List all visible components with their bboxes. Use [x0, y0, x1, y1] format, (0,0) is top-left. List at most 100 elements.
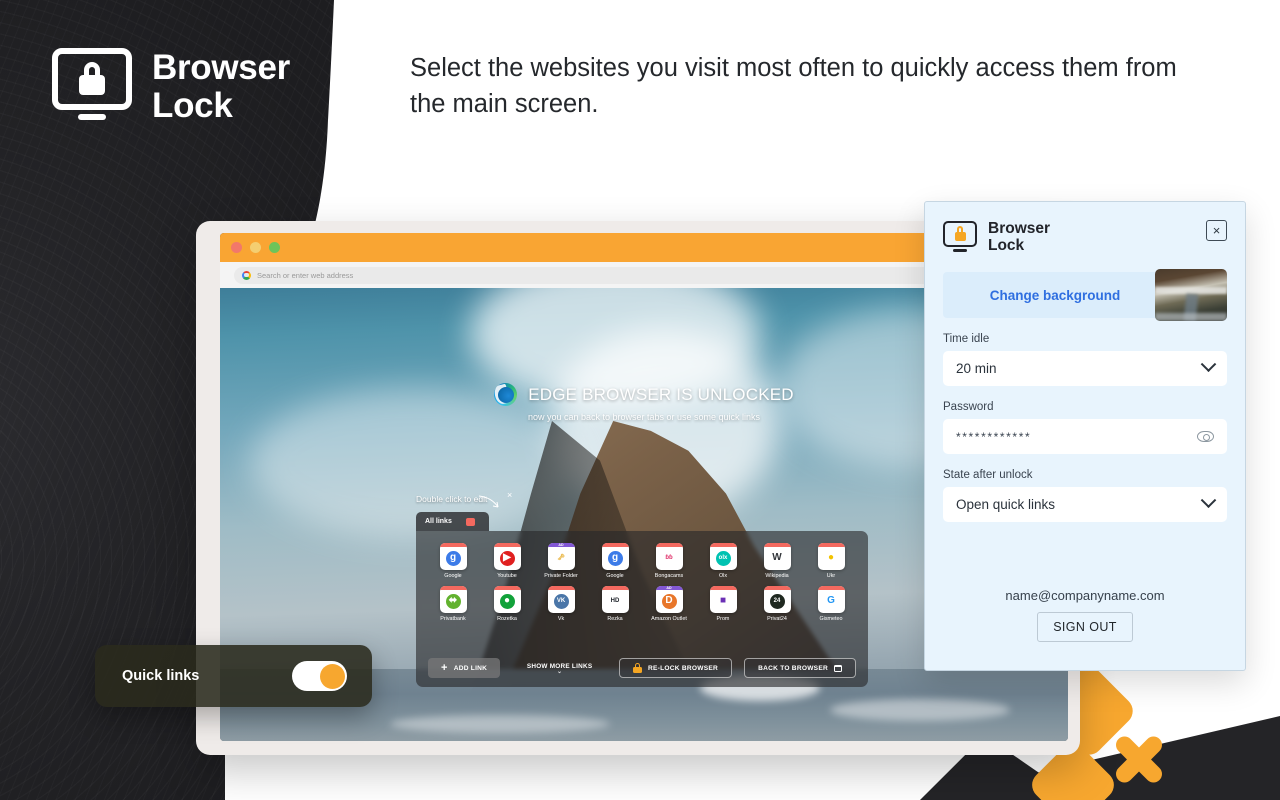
window-minimize-dot[interactable]	[250, 242, 261, 253]
quick-link-item[interactable]: ⬌ Privatbank	[426, 586, 480, 622]
sign-out-button[interactable]: SIGN OUT	[1037, 612, 1133, 642]
quick-link-tile[interactable]: ⬌	[439, 586, 467, 614]
quick-link-item[interactable]: olx Olx	[696, 543, 750, 579]
quick-link-favicon: ■	[719, 595, 727, 607]
quick-link-tile[interactable]: olx	[709, 543, 737, 570]
edge-browser-icon	[494, 383, 518, 406]
close-icon[interactable]: ×	[1206, 220, 1227, 241]
quick-link-tile[interactable]: VK	[547, 586, 575, 614]
quick-links-toggle-label: Quick links	[122, 668, 200, 684]
brand-name: Browser Lock	[152, 49, 290, 125]
quick-link-favicon: D	[661, 593, 677, 609]
brand-line-2: Lock	[152, 86, 233, 125]
back-to-browser-label: BACK TO BROWSER	[758, 664, 828, 672]
quick-link-item[interactable]: ● Rozetka	[480, 586, 534, 622]
background-thumbnail[interactable]	[1155, 269, 1227, 322]
time-idle-select[interactable]: 20 min	[943, 351, 1227, 387]
quick-link-favicon: olx	[715, 550, 731, 566]
quick-link-item[interactable]: AD D Amazon Outlet	[642, 586, 696, 622]
quick-link-tile[interactable]: AD 🗝	[547, 543, 575, 570]
quick-links-panel: g Google ▶ Youtube AD 🗝 Private Folder g Google ɓ…	[416, 531, 868, 687]
toggle-knob	[319, 663, 345, 689]
settings-header: Browser Lock ×	[943, 220, 1227, 254]
quick-link-item[interactable]: G Gismeteo	[804, 586, 858, 622]
chevron-down-icon	[1200, 492, 1217, 509]
back-to-browser-button[interactable]: BACK TO BROWSER	[744, 658, 856, 678]
ad-label: AD	[666, 586, 672, 590]
quick-link-favicon: VK	[553, 593, 569, 609]
settings-brand-line-2: Lock	[988, 237, 1025, 255]
edit-hint-arrow-icon	[478, 495, 499, 508]
quick-link-favicon: g	[607, 550, 623, 566]
password-field: Password ************	[943, 401, 1227, 455]
quick-link-item[interactable]: AD 🗝 Private Folder	[534, 543, 588, 579]
quick-links-toggle-card: Quick links	[95, 645, 372, 707]
quick-link-tile[interactable]: g	[601, 543, 629, 570]
account-email: name@companyname.com	[1005, 588, 1165, 603]
quick-link-favicon: HD	[610, 598, 620, 605]
quick-link-tile[interactable]: ●	[817, 543, 845, 570]
password-value: ************	[956, 429, 1032, 444]
quick-link-tile[interactable]: HD	[601, 586, 629, 614]
quick-link-item[interactable]: VK Vk	[534, 586, 588, 622]
quick-link-item[interactable]: ● Ukr	[804, 543, 858, 579]
quick-link-tile[interactable]: ●	[493, 586, 521, 614]
quick-link-item[interactable]: ■ Prom	[696, 586, 750, 622]
state-after-unlock-value: Open quick links	[956, 497, 1056, 513]
quick-link-item[interactable]: 24 Privat24	[750, 586, 804, 622]
quick-links-toggle-switch[interactable]	[292, 661, 347, 691]
tile-color-strip	[547, 586, 575, 591]
quick-links-tab[interactable]: All links	[416, 512, 489, 531]
relock-browser-button[interactable]: RE-LOCK BROWSER	[619, 658, 733, 678]
quick-link-label: Privatbank	[440, 616, 466, 623]
quick-link-tile[interactable]: ■	[709, 586, 737, 614]
show-more-links-button[interactable]: SHOW MORE LINKS ⌄	[512, 663, 607, 675]
wave-foam-3	[390, 715, 610, 733]
quick-link-item[interactable]: HD Rezka	[588, 586, 642, 622]
quick-link-tile[interactable]: ɓɓ	[655, 543, 683, 570]
settings-brand-name: Browser Lock	[988, 220, 1050, 254]
brand-logo: Browser Lock	[52, 48, 290, 126]
change-background-button[interactable]: Change background	[943, 269, 1227, 322]
brand-line-1: Browser	[152, 48, 290, 88]
tile-color-strip	[493, 543, 521, 547]
quick-link-label: Privat24	[767, 616, 787, 623]
tile-color-strip	[817, 543, 845, 547]
quick-link-favicon: W	[772, 552, 782, 563]
quick-link-tile[interactable]: g	[439, 543, 467, 570]
window-maximize-dot[interactable]	[269, 242, 280, 253]
state-after-unlock-select[interactable]: Open quick links	[943, 487, 1227, 523]
relock-browser-label: RE-LOCK BROWSER	[648, 664, 719, 672]
quick-link-label: Gismeteo	[819, 616, 843, 623]
tile-color-strip	[763, 586, 791, 591]
quick-link-item[interactable]: W Wikipedia	[750, 543, 804, 579]
time-idle-label: Time idle	[943, 333, 990, 346]
quick-link-tile[interactable]: 24	[763, 586, 791, 614]
quick-link-item[interactable]: g Google	[588, 543, 642, 579]
quick-link-favicon: G	[827, 595, 835, 607]
quick-link-item[interactable]: ɓɓ Bongacams	[642, 543, 696, 579]
window-close-dot[interactable]	[231, 242, 242, 253]
quick-link-item[interactable]: g Google	[426, 543, 480, 579]
quick-link-tile[interactable]: W	[763, 543, 791, 570]
quick-link-label: Private Folder	[544, 573, 578, 579]
plus-icon: +	[441, 661, 448, 674]
tile-color-strip	[655, 543, 683, 547]
tile-color-strip	[709, 543, 737, 547]
quick-link-tile[interactable]: ▶	[493, 543, 521, 570]
quick-link-label: Google	[606, 573, 624, 579]
lock-icon	[633, 663, 642, 673]
hero-title: EDGE BROWSER IS UNLOCKED	[528, 384, 794, 404]
quick-link-tile[interactable]: G	[817, 586, 845, 614]
quick-link-favicon: ▶	[499, 550, 515, 566]
tile-color-strip	[601, 586, 629, 591]
quick-link-favicon: ●	[827, 552, 835, 563]
add-link-button[interactable]: + ADD LINK	[428, 658, 501, 678]
quick-link-item[interactable]: ▶ Youtube	[480, 543, 534, 579]
password-input[interactable]: ************	[943, 419, 1227, 455]
tile-color-strip	[763, 543, 791, 547]
tile-color-strip	[601, 543, 629, 547]
quick-link-tile[interactable]: AD D	[655, 586, 683, 614]
eye-icon[interactable]	[1197, 431, 1214, 443]
edit-hint-close-icon[interactable]: ×	[507, 490, 512, 500]
